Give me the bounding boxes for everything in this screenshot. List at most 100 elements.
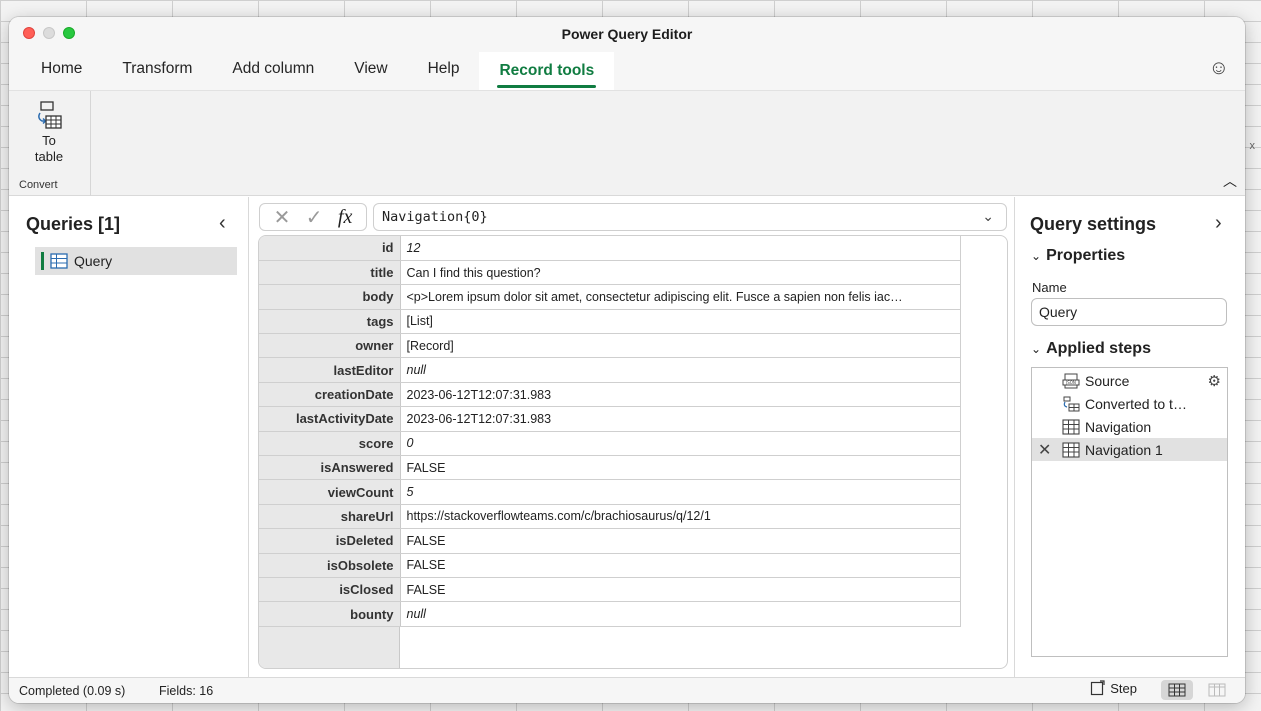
step-label: Step: [1110, 680, 1137, 696]
record-row: title Can I find this question?: [259, 260, 961, 286]
record-row: bounty null: [259, 601, 961, 627]
record-table: id 12 title Can I find this question? body <p…: [259, 236, 961, 627]
record-field-value[interactable]: [List]: [400, 309, 961, 335]
selection-bar: [41, 252, 44, 270]
table-icon: [1062, 418, 1080, 435]
record-field-name: title: [259, 260, 401, 286]
expand-caret-icon: ⌄: [1031, 342, 1042, 356]
applied-steps-header[interactable]: ⌄ Applied steps: [1031, 340, 1151, 358]
record-field-value: 2023-06-12T12:07:31.983: [400, 406, 961, 432]
fields-count: Fields: 16: [159, 684, 214, 698]
gear-icon[interactable]: ⚙: [1208, 372, 1221, 390]
fx-icon[interactable]: fx: [338, 206, 352, 229]
formula-bar: ✕ ✓ fx Navigation{0} ⌄: [259, 203, 1007, 231]
step-view-button[interactable]: Step: [1090, 680, 1137, 696]
feedback-smiley-icon[interactable]: ☺: [1209, 57, 1229, 80]
delete-step-icon[interactable]: ✕: [1038, 440, 1051, 460]
collapse-settings-chevron-icon[interactable]: ›: [1215, 212, 1222, 235]
record-row: isObsolete FALSE: [259, 553, 961, 578]
tab-home[interactable]: Home: [21, 60, 102, 90]
record-field-name: isAnswered: [259, 455, 401, 481]
collapse-queries-chevron-icon[interactable]: ‹: [219, 212, 226, 235]
main-area: Queries [1] ‹ Query ✕ ✓ fx Navigation{0}…: [9, 197, 1245, 677]
step-label: Navigation: [1085, 418, 1152, 435]
record-row: isClosed FALSE: [259, 577, 961, 603]
record-field-name: owner: [259, 333, 401, 359]
zoom-window-button[interactable]: [63, 27, 75, 39]
record-field-name: isDeleted: [259, 528, 401, 554]
collapse-ribbon-chevron-icon[interactable]: ︿: [1223, 171, 1237, 191]
window-title: Power Query Editor: [561, 25, 693, 42]
record-field-value: FALSE: [400, 528, 961, 554]
power-query-window: Power Query Editor Home Transform Add co…: [9, 17, 1245, 703]
json-source-icon: JSON: [1062, 373, 1080, 388]
step-converted-to-table[interactable]: Converted to t…: [1032, 392, 1227, 415]
expand-formula-chevron-icon[interactable]: ⌄: [982, 208, 994, 225]
close-window-button[interactable]: [23, 27, 35, 39]
formula-text: Navigation{0}: [382, 209, 488, 225]
query-settings-pane: Query settings › ⌄ Properties Name Query …: [1014, 197, 1245, 677]
record-field-value: null: [400, 357, 961, 383]
to-table-icon: [38, 101, 62, 129]
convert-table-icon: [1063, 396, 1080, 411]
step-label: Navigation 1: [1085, 441, 1163, 458]
record-grid: id 12 title Can I find this question? body <p…: [258, 235, 1008, 669]
record-field-value: https://stackoverflowteams.com/c/brachio…: [400, 504, 961, 530]
properties-header[interactable]: ⌄ Properties: [1031, 247, 1125, 265]
to-table-button[interactable]: To table: [19, 99, 79, 171]
record-row: lastActivityDate 2023-06-12T12:07:31.983: [259, 406, 961, 432]
query-list-item[interactable]: Query: [35, 247, 237, 275]
status-text: Completed (0.09 s): [19, 684, 126, 698]
tab-record-tools[interactable]: Record tools: [479, 52, 615, 92]
record-field-value: 2023-06-12T12:07:31.983: [400, 382, 961, 408]
record-row: tags [List]: [259, 309, 961, 335]
background-close-icon: x: [1249, 140, 1256, 152]
expand-caret-icon: ⌄: [1031, 249, 1042, 263]
step-source[interactable]: JSON Source ⚙: [1032, 369, 1227, 392]
record-field-value[interactable]: [Record]: [400, 333, 961, 359]
record-field-value: Can I find this question?: [400, 260, 961, 286]
confirm-formula-icon[interactable]: ✓: [306, 205, 323, 230]
record-field-name: viewCount: [259, 479, 401, 505]
cancel-formula-icon[interactable]: ✕: [274, 205, 291, 230]
step-navigation-1[interactable]: ✕ Navigation 1: [1032, 438, 1227, 461]
ribbon-group-convert: To table Convert: [9, 91, 91, 196]
record-row: score 0: [259, 431, 961, 457]
record-row: body <p>Lorem ipsum dolor sit amet, conse…: [259, 284, 961, 310]
record-field-name: tags: [259, 309, 401, 335]
tab-transform[interactable]: Transform: [102, 60, 212, 90]
data-grid-view-button[interactable]: [1161, 680, 1193, 700]
table-icon: [50, 253, 68, 269]
svg-text:JSON: JSON: [1065, 380, 1076, 385]
record-field-value: 12: [400, 236, 961, 261]
query-name-input[interactable]: Query: [1031, 298, 1227, 326]
query-label: Query: [74, 253, 113, 269]
record-row: viewCount 5: [259, 479, 961, 505]
table-icon: [1062, 441, 1080, 458]
record-field-name: body: [259, 284, 401, 310]
minimize-window-button[interactable]: [43, 27, 55, 39]
tab-add-column[interactable]: Add column: [212, 60, 334, 90]
grid-icon: [1168, 683, 1186, 697]
record-row: shareUrl https://stackoverflowteams.com/c…: [259, 504, 961, 530]
status-bar: Completed (0.09 s) Fields: 16 Step: [9, 677, 1245, 703]
record-field-value: FALSE: [400, 577, 961, 603]
to-table-label: To table: [34, 133, 64, 164]
record-row: lastEditor null: [259, 357, 961, 383]
schema-view-button[interactable]: [1201, 680, 1233, 700]
queries-pane: Queries [1] ‹ Query: [9, 197, 249, 677]
record-field-value: <p>Lorem ipsum dolor sit amet, consectet…: [400, 284, 961, 310]
formula-input[interactable]: Navigation{0} ⌄: [373, 203, 1007, 231]
record-field-name: id: [259, 236, 401, 261]
record-field-name: score: [259, 431, 401, 457]
tab-view[interactable]: View: [334, 60, 407, 90]
step-navigation[interactable]: Navigation: [1032, 415, 1227, 438]
window-controls: [23, 27, 75, 39]
record-field-name: lastActivityDate: [259, 406, 401, 432]
record-row: isDeleted FALSE: [259, 528, 961, 554]
step-label: Source: [1085, 372, 1130, 389]
ribbon-tabs: Home Transform Add column View Help Reco…: [9, 50, 1245, 92]
record-row: isAnswered FALSE: [259, 455, 961, 481]
tab-help[interactable]: Help: [408, 60, 480, 90]
queries-title: Queries [1]: [26, 214, 121, 234]
